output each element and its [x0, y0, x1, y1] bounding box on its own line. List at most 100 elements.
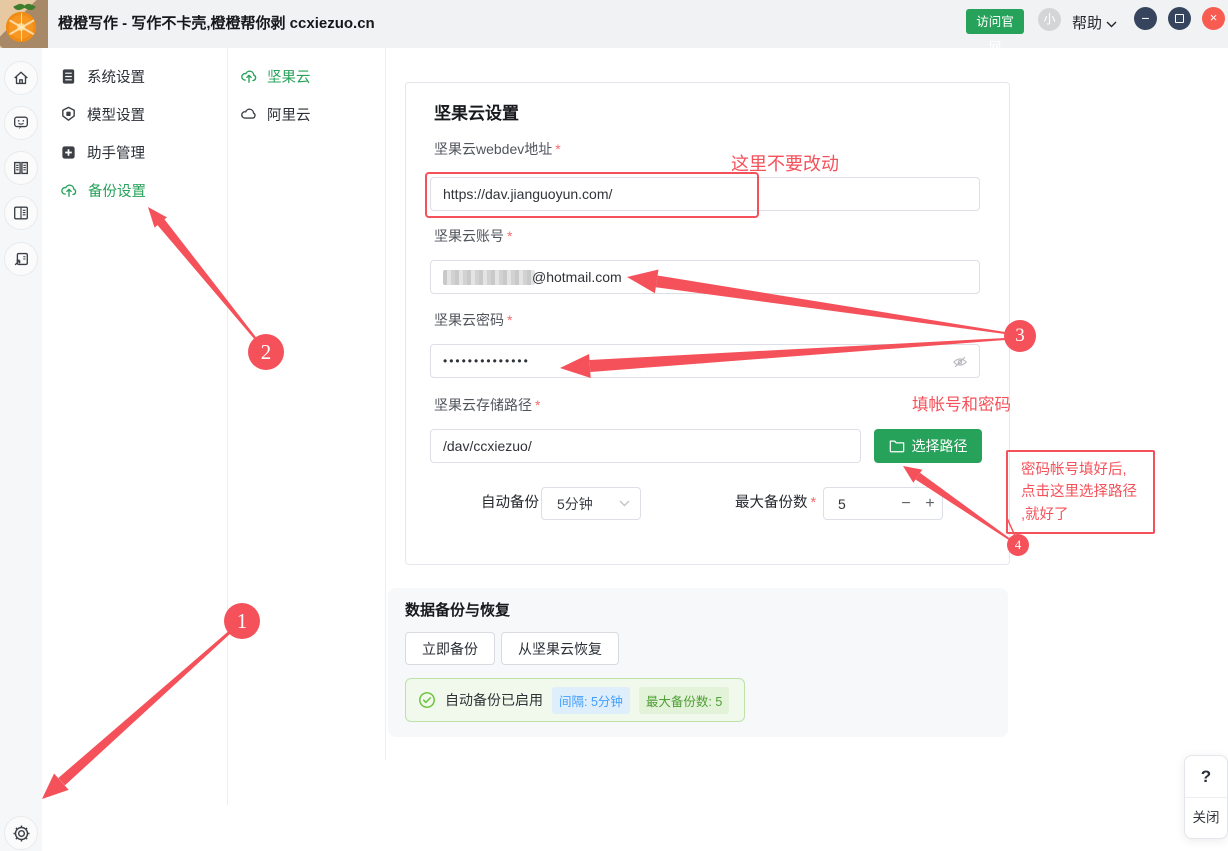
- icon-rail: [0, 48, 42, 851]
- annotation-step-4: 4: [1007, 534, 1029, 556]
- annotation-note-webdav: 这里不要改动: [731, 150, 839, 176]
- font-size-toggle[interactable]: 小: [1038, 8, 1061, 31]
- max-backup-value: 5: [824, 496, 894, 512]
- close-button[interactable]: ×: [1202, 7, 1225, 30]
- required-mark: *: [507, 312, 512, 328]
- sidebar-item-label: 系统设置: [87, 66, 145, 87]
- minimize-button[interactable]: −: [1134, 7, 1157, 30]
- tab-label: 阿里云: [267, 104, 311, 125]
- max-backup-badge: 最大备份数: 5: [639, 687, 729, 714]
- card-title: 坚果云设置: [434, 99, 519, 124]
- path-value: /dav/ccxiezuo/: [443, 438, 532, 454]
- tab-nutstore[interactable]: 坚果云: [240, 61, 370, 91]
- webdav-label: 坚果云webdev地址*: [434, 139, 561, 159]
- account-label: 坚果云账号*: [434, 226, 512, 246]
- sidebar-item-label: 助手管理: [87, 142, 145, 163]
- auto-backup-label: 自动备份: [481, 487, 539, 520]
- restore-button[interactable]: 从坚果云恢复: [501, 632, 619, 665]
- annotation-step-2: 2: [248, 334, 284, 370]
- status-text: 自动备份已启用: [445, 690, 543, 710]
- app-logo: [0, 0, 48, 48]
- annotation-step-1: 1: [224, 603, 260, 639]
- tab-label: 坚果云: [267, 66, 311, 87]
- chat-icon: [12, 114, 30, 132]
- redacted-account-blur: [443, 270, 535, 285]
- cloud-upload-icon: [60, 181, 78, 199]
- eye-off-icon: [952, 354, 968, 370]
- sidebar-item-label: 备份设置: [88, 180, 146, 201]
- tab-aliyun[interactable]: 阿里云: [240, 99, 370, 129]
- help-question-button[interactable]: ?: [1185, 756, 1227, 797]
- path-label: 坚果云存储路径*: [434, 395, 540, 415]
- increment-button[interactable]: +: [918, 495, 942, 513]
- choose-path-button[interactable]: 选择路径: [874, 429, 982, 463]
- sidebar-item-assistant-manage[interactable]: 助手管理: [60, 137, 220, 167]
- library-button[interactable]: [4, 151, 38, 185]
- home-button[interactable]: [4, 61, 38, 95]
- account-visible-value: @hotmail.com: [532, 269, 622, 285]
- check-circle-icon: [418, 691, 436, 709]
- app-window: 橙橙写作 - 写作不卡壳,橙橙帮你剥 ccxiezuo.cn 访问官网 小 帮助…: [0, 0, 1228, 851]
- sidebar-item-system-settings[interactable]: 系统设置: [60, 61, 220, 91]
- annotation-note-credentials: 填帐号和密码: [912, 391, 1011, 415]
- gear-icon: [12, 824, 31, 843]
- annotation-arrow-2: [157, 219, 256, 339]
- annotation-note-path: 密码帐号填好后, 点击这里选择路径 ,就好了: [1006, 450, 1155, 534]
- auto-backup-value: 5分钟: [557, 494, 593, 514]
- help-menu[interactable]: 帮助: [1072, 0, 1117, 48]
- annotation-note-path-line: 点击这里选择路径: [1021, 481, 1149, 503]
- chevron-down-icon: [619, 500, 630, 507]
- chat-button[interactable]: [4, 106, 38, 140]
- max-backup-stepper[interactable]: 5 − +: [823, 487, 943, 520]
- layout-icon: [12, 204, 30, 222]
- cloud-upload-icon: [240, 67, 258, 85]
- webdav-value: https://dav.jianguoyun.com/: [443, 186, 612, 202]
- system-settings-icon: [60, 68, 77, 85]
- backup-panel-title: 数据备份与恢复: [405, 599, 510, 620]
- choose-path-label: 选择路径: [912, 436, 968, 456]
- nutstore-settings-card: 坚果云设置 坚果云webdev地址* https://dav.jianguoyu…: [405, 82, 1010, 565]
- backup-restore-panel: 数据备份与恢复 立即备份 从坚果云恢复 自动备份已启用 间隔: 5分钟 最大备份…: [388, 588, 1008, 737]
- title-bar: 橙橙写作 - 写作不卡壳,橙橙帮你剥 ccxiezuo.cn 访问官网 小 帮助…: [0, 0, 1228, 48]
- decrement-button[interactable]: −: [894, 495, 918, 513]
- toggle-password-visibility[interactable]: [952, 354, 968, 373]
- password-label: 坚果云密码*: [434, 310, 512, 330]
- auto-backup-select[interactable]: 5分钟: [541, 487, 641, 520]
- required-mark: *: [811, 495, 817, 511]
- sidebar-item-backup-settings[interactable]: 备份设置: [60, 175, 220, 205]
- help-label: 帮助: [1072, 0, 1102, 48]
- required-mark: *: [555, 141, 560, 157]
- required-mark: *: [507, 228, 512, 244]
- annotation-note-path-line: 密码帐号填好后,: [1021, 459, 1149, 481]
- menu-divider: [227, 48, 228, 805]
- annotation-step-3: 3: [1004, 320, 1036, 352]
- maximize-button[interactable]: [1168, 7, 1191, 30]
- backup-now-button[interactable]: 立即备份: [405, 632, 495, 665]
- close-help-button[interactable]: 关闭: [1185, 798, 1227, 838]
- path-input[interactable]: /dav/ccxiezuo/: [430, 429, 861, 463]
- sidebar-item-label: 模型设置: [87, 104, 145, 125]
- max-backup-label: 最大备份数*: [735, 487, 816, 520]
- assistant-manage-icon: [60, 144, 77, 161]
- settings-gear-button[interactable]: [4, 816, 38, 850]
- folder-icon: [889, 439, 905, 453]
- account-input[interactable]: @hotmail.com: [430, 260, 980, 294]
- model-settings-icon: [60, 106, 77, 123]
- visit-site-button[interactable]: 访问官网: [966, 9, 1024, 34]
- annotation-note-path-line: ,就好了: [1021, 504, 1149, 526]
- sidebar-item-model-settings[interactable]: 模型设置: [60, 99, 220, 129]
- floating-help-widget: ? 关闭: [1184, 755, 1228, 839]
- open-book-icon: [12, 159, 30, 177]
- reader-layout-button[interactable]: [4, 196, 38, 230]
- content-divider: [385, 48, 386, 760]
- webdav-input[interactable]: https://dav.jianguoyun.com/: [430, 177, 980, 211]
- auto-backup-status-bar: 自动备份已启用 间隔: 5分钟 最大备份数: 5: [405, 678, 745, 722]
- password-input[interactable]: ••••••••••••••: [430, 344, 980, 378]
- export-panel-button[interactable]: [4, 242, 38, 276]
- cloud-icon: [240, 105, 258, 123]
- required-mark: *: [535, 397, 540, 413]
- maximize-icon: [1175, 14, 1184, 23]
- password-masked-value: ••••••••••••••: [443, 354, 530, 368]
- chevron-down-icon: [1106, 21, 1117, 28]
- home-icon: [12, 69, 30, 87]
